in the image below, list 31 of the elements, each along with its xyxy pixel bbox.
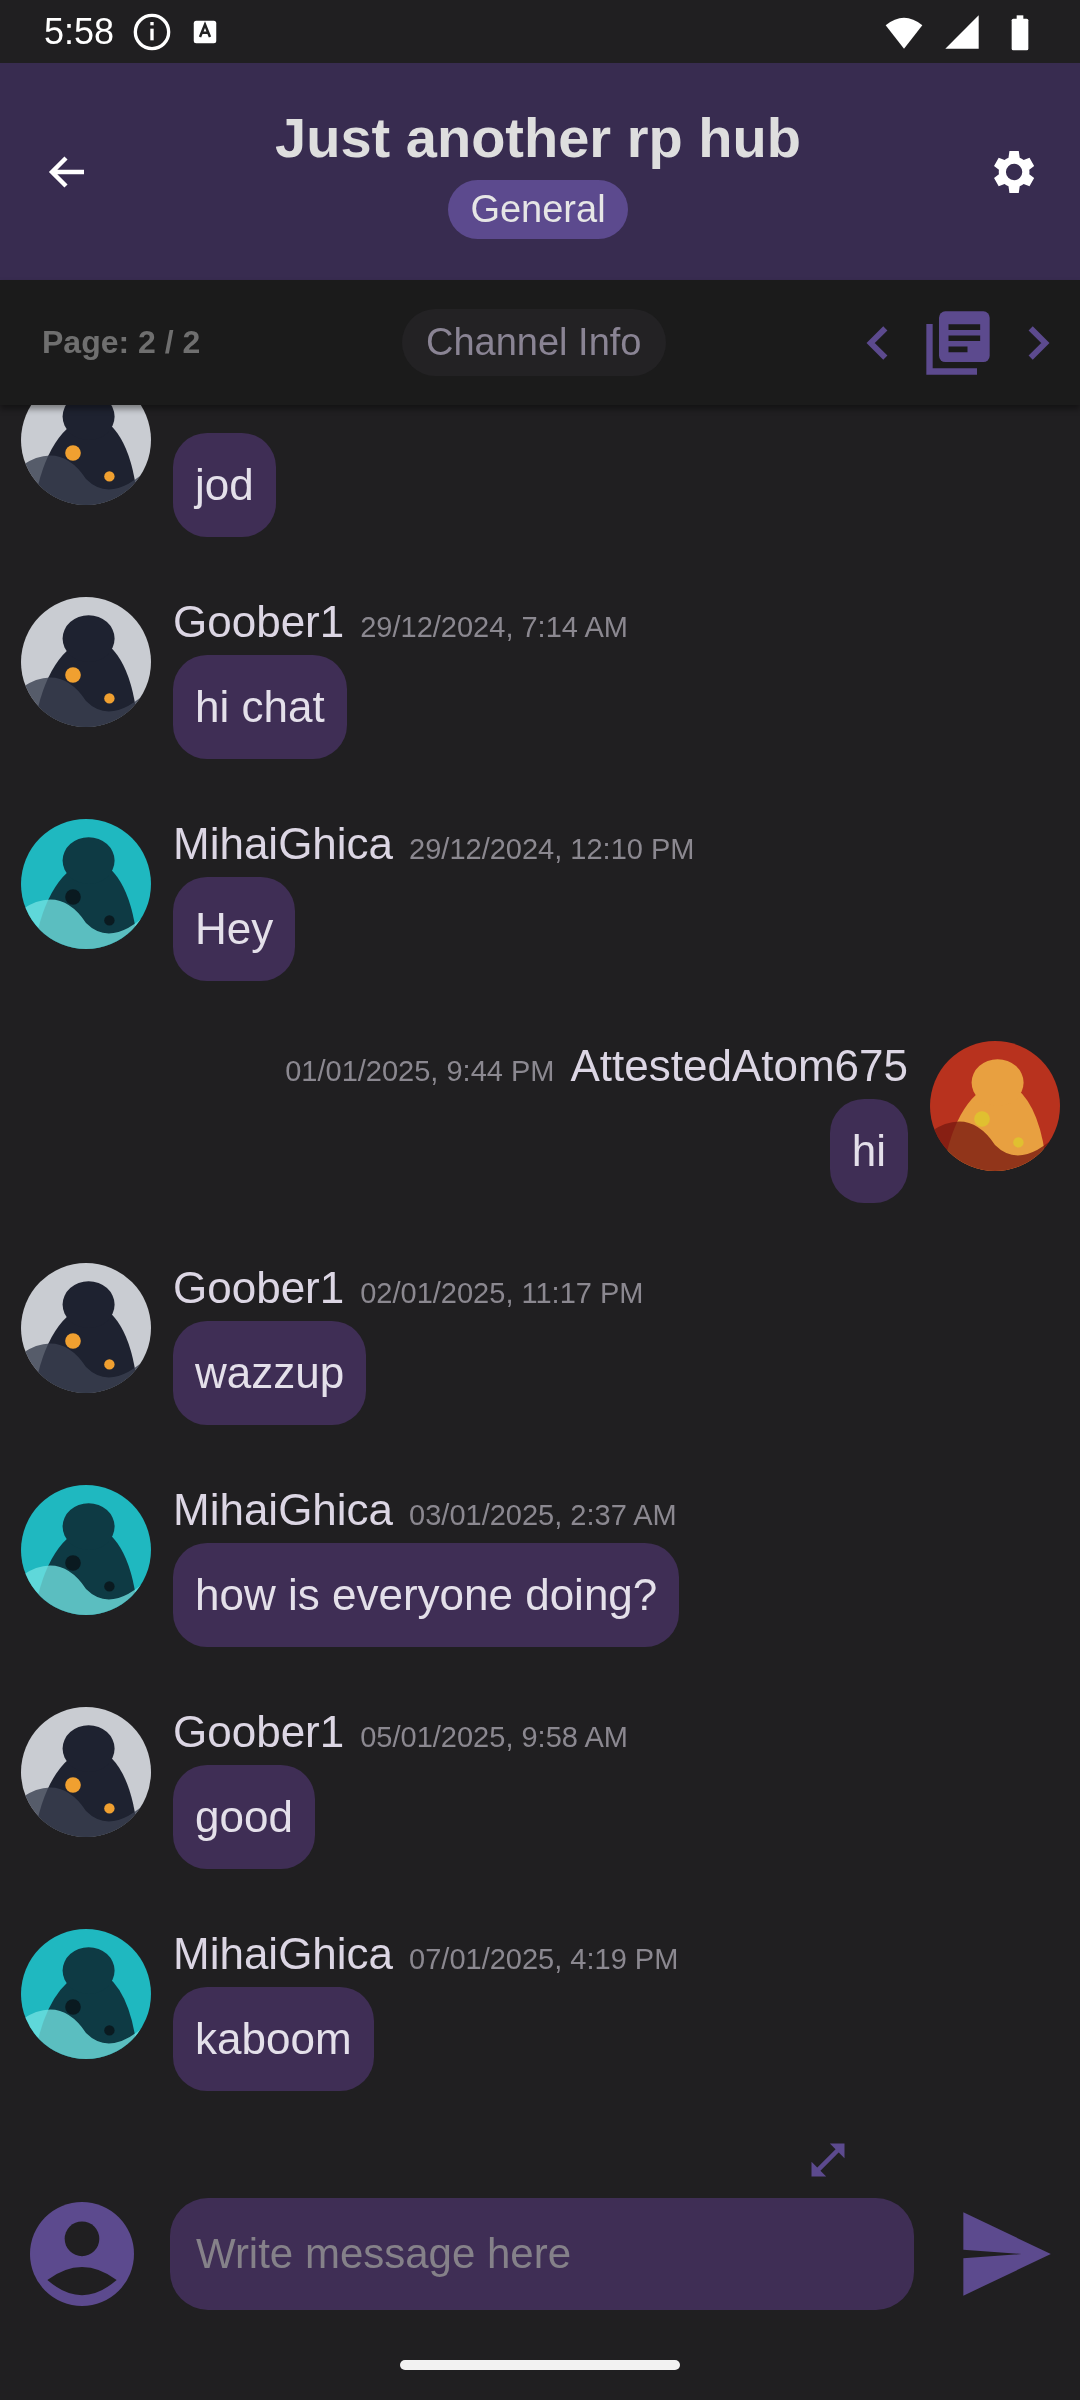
channel-info-button[interactable]: Channel Info <box>402 309 666 376</box>
message-bubble: hi <box>829 1099 908 1203</box>
sender-name: MihaiGhica <box>173 819 394 869</box>
clock: 5:58 <box>44 10 115 53</box>
timestamp: 05/01/2025, 9:58 AM <box>360 1721 628 1754</box>
sender-name: Goober1 <box>173 597 345 647</box>
sender-name: MihaiGhica <box>173 1485 394 1535</box>
message-bubble: how is everyone doing? <box>173 1543 680 1647</box>
home-handle[interactable] <box>400 2360 680 2370</box>
message-bubble: kaboom <box>173 1987 374 2091</box>
timestamp: 29/12/2024, 7:14 AM <box>360 611 628 644</box>
message-input[interactable]: Write message here <box>170 2198 914 2310</box>
timestamp: 29/12/2024, 12:10 PM <box>409 833 695 866</box>
profile-icon[interactable] <box>30 2202 134 2306</box>
sender-name: AttestedAtom675 <box>570 1041 908 1091</box>
timestamp: 02/01/2025, 11:17 PM <box>360 1277 644 1310</box>
info-icon <box>132 11 173 52</box>
channel-chip[interactable]: General <box>448 179 628 239</box>
message-bubble: wazzup <box>173 1321 367 1425</box>
page-indicator: Page: 2 / 2 <box>42 324 202 361</box>
sender-name: Goober1 <box>173 1263 345 1313</box>
sender-name: MihaiGhica <box>173 1929 394 1979</box>
message-bubble: Hey <box>173 877 296 981</box>
sender-name: Goober1 <box>173 1707 345 1757</box>
message-bubble: jod <box>173 433 276 537</box>
channel-title: Just another rp hub <box>275 104 801 170</box>
timestamp: 01/01/2025, 9:44 PM <box>285 1055 555 1088</box>
message-bubble: hi chat <box>173 655 347 759</box>
timestamp: 07/01/2025, 4:19 PM <box>409 1943 679 1976</box>
timestamp: 03/01/2025, 2:37 AM <box>409 1499 677 1532</box>
message-bubble: good <box>173 1765 315 1869</box>
